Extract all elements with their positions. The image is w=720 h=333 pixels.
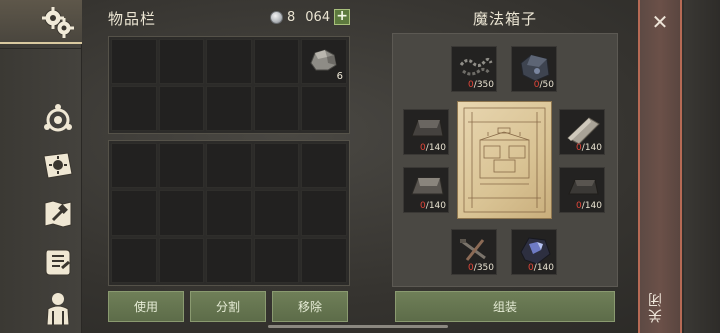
stone-quantity: 6 bbox=[336, 71, 343, 82]
blueprint-image bbox=[457, 101, 552, 219]
inventory-slot[interactable] bbox=[111, 143, 157, 189]
close-label[interactable]: 关闭 bbox=[646, 291, 674, 323]
material-slot-metal-ingot[interactable]: 0/140 bbox=[403, 109, 449, 155]
material-need: /350 bbox=[473, 80, 494, 90]
inventory-slot[interactable] bbox=[301, 143, 347, 189]
settings-tab[interactable] bbox=[0, 0, 82, 44]
inventory-grid-top: 6 bbox=[108, 36, 350, 134]
inventory-slot[interactable] bbox=[253, 237, 300, 283]
material-need: /140 bbox=[425, 143, 446, 153]
material-slot-nails[interactable]: 0/350 bbox=[451, 229, 497, 275]
use-button[interactable]: 使用 bbox=[108, 291, 184, 322]
nails-icon bbox=[460, 239, 486, 261]
magic-box-title: 魔法箱子 bbox=[472, 10, 537, 28]
inventory-slot[interactable] bbox=[253, 190, 300, 236]
material-need: /140 bbox=[425, 201, 446, 211]
iron-ingot-icon bbox=[568, 179, 599, 195]
chest-blueprint-drawing bbox=[463, 107, 546, 213]
currency-display: 8 064 + bbox=[270, 9, 351, 25]
split-button[interactable]: 分割 bbox=[190, 291, 266, 322]
add-currency-button[interactable]: + bbox=[334, 9, 351, 25]
metal-bar-icon bbox=[411, 177, 444, 195]
material-slot-iron-ingot[interactable]: 0/140 bbox=[559, 167, 605, 213]
coin-icon bbox=[270, 10, 283, 24]
recipe-scroll-icon[interactable] bbox=[40, 244, 76, 280]
iron-ore-icon bbox=[520, 54, 550, 82]
material-slot-metal-bar[interactable]: 0/140 bbox=[403, 167, 449, 213]
inventory-slot[interactable] bbox=[206, 39, 252, 84]
inventory-slot[interactable] bbox=[158, 237, 205, 283]
material-slot-iron-ore[interactable]: 0/50 bbox=[511, 46, 557, 92]
material-slot-rope[interactable]: 0/350 bbox=[451, 46, 497, 92]
compass-icon[interactable] bbox=[40, 100, 76, 136]
material-need: /140 bbox=[533, 263, 554, 273]
inventory-slot[interactable] bbox=[301, 86, 347, 131]
metal-ingot-icon bbox=[411, 119, 444, 137]
crystal-ore-icon bbox=[520, 237, 551, 265]
character-icon[interactable] bbox=[40, 290, 76, 326]
inventory-slot[interactable] bbox=[158, 86, 205, 131]
inventory-slot-stone[interactable]: 6 bbox=[301, 39, 347, 84]
inventory-slot[interactable] bbox=[253, 39, 300, 84]
inventory-grid-bottom bbox=[108, 140, 350, 286]
inventory-slot[interactable] bbox=[253, 143, 300, 189]
home-indicator bbox=[268, 325, 448, 328]
inventory-slot[interactable] bbox=[301, 190, 347, 236]
inventory-slot[interactable] bbox=[111, 39, 157, 84]
assemble-button[interactable]: 组装 bbox=[395, 291, 615, 322]
inventory-slot[interactable] bbox=[206, 86, 252, 131]
sidebar-divider bbox=[0, 48, 82, 49]
stone-icon bbox=[310, 49, 337, 71]
map-hammer-icon[interactable] bbox=[40, 196, 76, 232]
inventory-slot[interactable] bbox=[158, 190, 205, 236]
inventory-slot[interactable] bbox=[111, 190, 157, 236]
close-icon[interactable]: ✕ bbox=[640, 8, 680, 36]
inventory-slot[interactable] bbox=[111, 237, 157, 283]
material-need: /140 bbox=[581, 201, 602, 211]
sidebar bbox=[0, 0, 82, 333]
coin-count: 8 bbox=[287, 9, 296, 25]
coin-capacity: 064 bbox=[305, 9, 331, 25]
material-need: /140 bbox=[581, 143, 602, 153]
close-panel[interactable]: ✕ 关闭 bbox=[638, 0, 682, 333]
rope-icon bbox=[459, 57, 493, 76]
right-edge bbox=[684, 0, 720, 333]
material-need: /350 bbox=[473, 263, 494, 273]
material-need: /50 bbox=[539, 80, 554, 90]
stone-slab-icon bbox=[567, 117, 600, 145]
inventory-slot[interactable] bbox=[206, 190, 252, 236]
inventory-slot[interactable] bbox=[301, 237, 347, 283]
inventory-slot[interactable] bbox=[206, 143, 252, 189]
material-slot-stone-slab[interactable]: 0/140 bbox=[559, 109, 605, 155]
inventory-slot[interactable] bbox=[158, 39, 205, 84]
inventory-slot[interactable] bbox=[111, 86, 157, 131]
inventory-slot[interactable] bbox=[253, 86, 300, 131]
inventory-slot[interactable] bbox=[206, 237, 252, 283]
material-slot-crystal-ore[interactable]: 0/140 bbox=[511, 229, 557, 275]
settings-gear-icon bbox=[40, 4, 76, 40]
journal-sun-icon[interactable] bbox=[40, 148, 76, 184]
remove-button[interactable]: 移除 bbox=[272, 291, 348, 322]
inventory-slot[interactable] bbox=[158, 143, 205, 189]
inventory-title: 物品栏 bbox=[108, 10, 157, 28]
